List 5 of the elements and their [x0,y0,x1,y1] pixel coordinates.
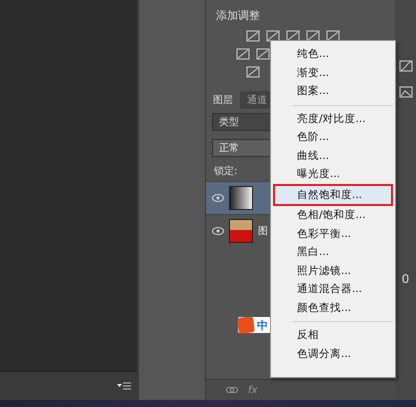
dock-value: 0 [402,272,410,286]
ime-badge: 中 [238,317,271,333]
lock-label: 锁定: [213,164,238,179]
layer-name: 图 [258,225,268,238]
panel-title: 添加调整 [215,8,261,24]
